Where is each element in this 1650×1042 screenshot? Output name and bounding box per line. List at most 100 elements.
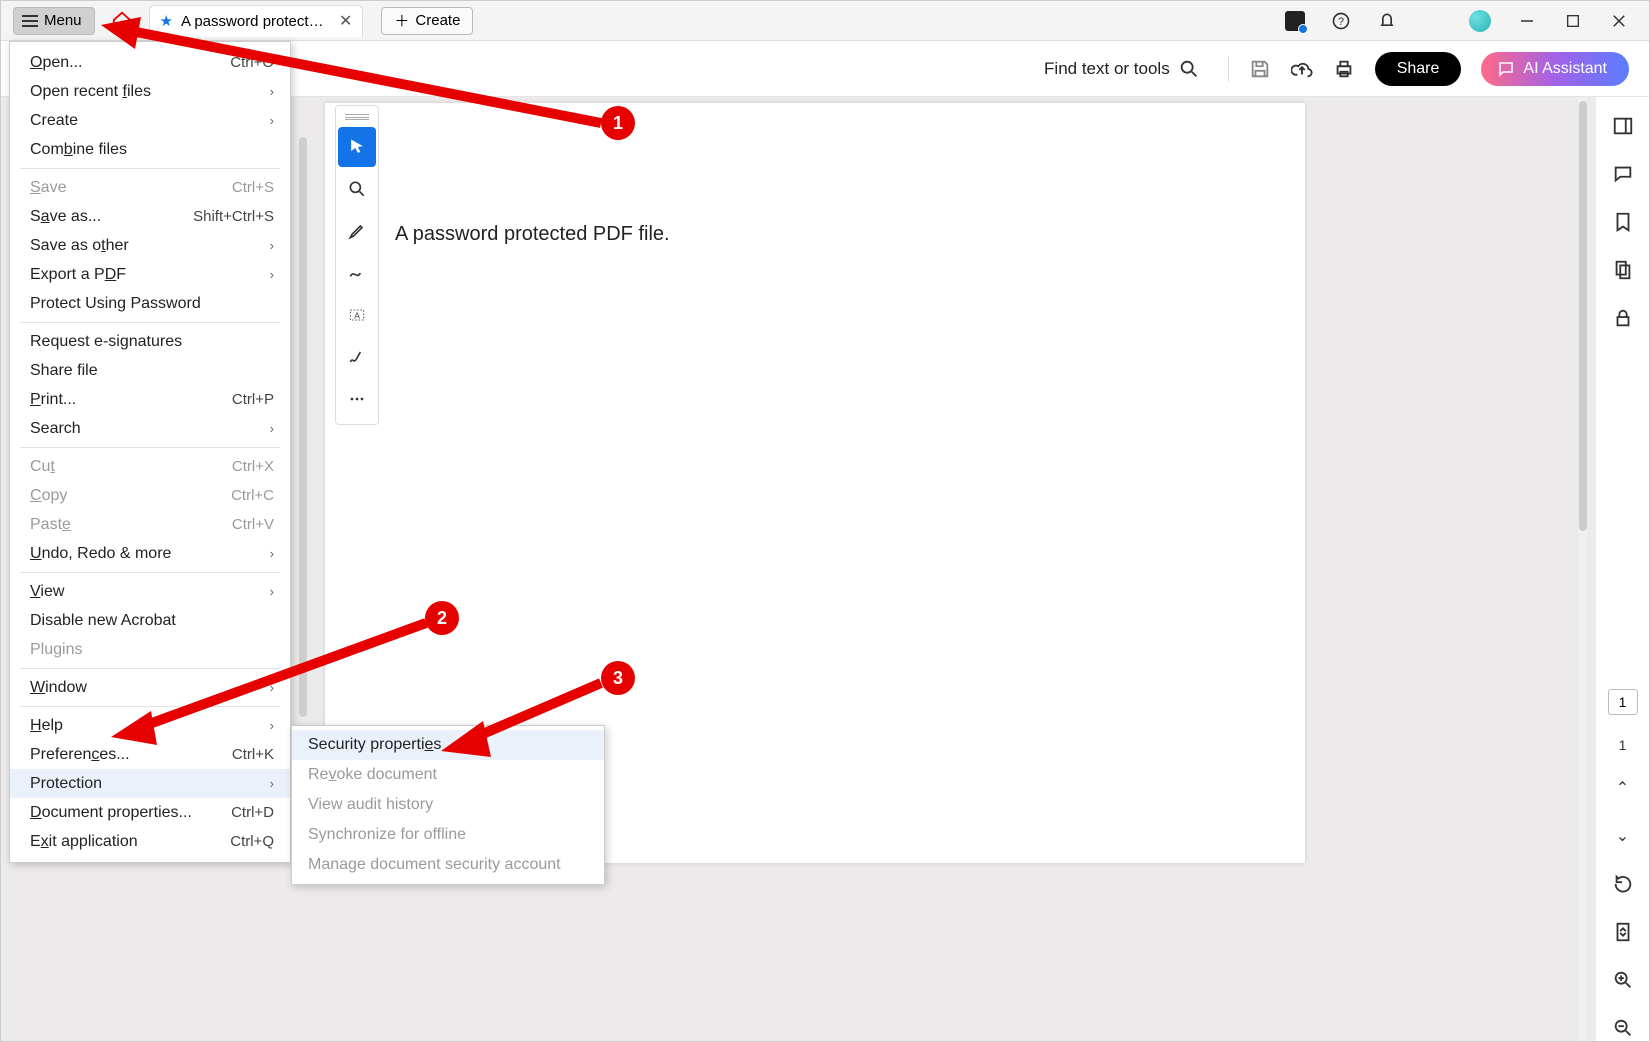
bookmark-icon[interactable] (1610, 209, 1636, 235)
tab-title: A password protected P... (181, 13, 331, 30)
sign-tool[interactable] (338, 337, 376, 377)
submenu-revoke-document: Revoke document (292, 760, 604, 790)
menu-button-label: Menu (44, 12, 82, 29)
svg-text:?: ? (1338, 16, 1344, 28)
menu-help[interactable]: Help› (10, 711, 290, 740)
titlebar: Menu ★ A password protected P... ✕ ＋ Cre… (1, 1, 1649, 41)
submenu-synchronize-offline: Synchronize for offline (292, 820, 604, 850)
window-minimize-icon[interactable] (1517, 11, 1537, 31)
menu-view[interactable]: View› (10, 577, 290, 606)
menu-protect-password[interactable]: Protect Using Password (10, 289, 290, 318)
separator (20, 322, 280, 323)
bell-icon[interactable] (1377, 11, 1397, 31)
help-icon[interactable]: ? (1331, 11, 1351, 31)
draw-tool[interactable] (338, 253, 376, 293)
chat-icon (1497, 60, 1515, 78)
menu-save-as[interactable]: Save as...Shift+Ctrl+S (10, 202, 290, 231)
document-body-text: A password protected PDF file. (395, 223, 670, 245)
separator (20, 668, 280, 669)
print-icon[interactable] (1333, 58, 1355, 80)
pages-icon[interactable] (1610, 257, 1636, 283)
ai-assistant-button[interactable]: AI Assistant (1481, 52, 1629, 86)
menu-undo-redo[interactable]: Undo, Redo & more› (10, 539, 290, 568)
menu-exit[interactable]: Exit applicationCtrl+Q (10, 827, 290, 856)
page-total: 1 (1619, 737, 1627, 753)
separator (20, 447, 280, 448)
menu-search[interactable]: Search› (10, 414, 290, 443)
submenu-manage-security-account: Manage document security account (292, 850, 604, 880)
plus-icon: ＋ (394, 10, 409, 31)
menu-preferences[interactable]: Preferences...Ctrl+K (10, 740, 290, 769)
window-close-icon[interactable] (1609, 11, 1629, 31)
main-menu: Open...Ctrl+O Open recent files› Create›… (9, 41, 291, 863)
menu-share-file[interactable]: Share file (10, 356, 290, 385)
share-label: Share (1397, 60, 1440, 77)
menu-save: SaveCtrl+S (10, 173, 290, 202)
page-number-input[interactable] (1608, 689, 1638, 715)
textbox-tool[interactable]: A (338, 295, 376, 335)
zoom-out-icon[interactable] (1610, 1015, 1636, 1041)
share-button[interactable]: Share (1375, 52, 1462, 86)
menu-document-properties[interactable]: Document properties...Ctrl+D (10, 798, 290, 827)
menu-export-pdf[interactable]: Export a PDF› (10, 260, 290, 289)
cloud-upload-icon[interactable] (1291, 58, 1313, 80)
separator (1228, 56, 1229, 82)
comments-icon[interactable] (1610, 161, 1636, 187)
save-icon[interactable] (1249, 58, 1271, 80)
menu-open[interactable]: Open...Ctrl+O (10, 48, 290, 77)
page-up-icon[interactable]: ⌃ (1610, 775, 1636, 801)
menu-open-recent[interactable]: Open recent files› (10, 77, 290, 106)
home-icon[interactable] (111, 10, 133, 32)
lock-icon[interactable] (1610, 305, 1636, 331)
avatar-icon[interactable] (1469, 10, 1491, 32)
star-icon: ★ (160, 12, 173, 30)
ai-label: AI Assistant (1523, 60, 1607, 78)
highlighter-tool[interactable] (338, 211, 376, 251)
rotate-icon[interactable] (1610, 871, 1636, 897)
menu-combine[interactable]: Combine files (10, 135, 290, 164)
search-icon (1178, 58, 1200, 80)
find-tools[interactable]: Find text or tools (1044, 58, 1200, 80)
tab-close-icon[interactable]: ✕ (339, 11, 352, 31)
separator (20, 168, 280, 169)
separator (20, 706, 280, 707)
create-label: Create (415, 12, 460, 29)
menu-window[interactable]: Window› (10, 673, 290, 702)
menu-protection[interactable]: Protection› (10, 769, 290, 798)
right-rail: 1 ⌃ ⌄ (1595, 97, 1649, 1041)
document-viewport[interactable]: A password protected PDF file. (311, 97, 1587, 1041)
zoom-in-icon[interactable] (1610, 967, 1636, 993)
menu-cut: CutCtrl+X (10, 452, 290, 481)
page-down-icon[interactable]: ⌄ (1610, 823, 1636, 849)
select-tool[interactable] (338, 127, 376, 167)
menu-request-esignatures[interactable]: Request e-signatures (10, 327, 290, 356)
vertical-scrollbar[interactable] (1579, 97, 1587, 1041)
menu-disable-new-acrobat[interactable]: Disable new Acrobat (10, 606, 290, 635)
thumbnail-scrollbar[interactable] (299, 137, 307, 717)
floating-toolbar[interactable]: A (335, 105, 379, 425)
zoom-tool[interactable] (338, 169, 376, 209)
hamburger-icon (22, 15, 38, 27)
drag-grip-icon[interactable] (345, 114, 369, 120)
menu-copy: CopyCtrl+C (10, 481, 290, 510)
menu-create[interactable]: Create› (10, 106, 290, 135)
menu-button[interactable]: Menu (13, 7, 95, 35)
protection-submenu: Security properties Revoke document View… (291, 725, 605, 885)
separator (20, 572, 280, 573)
tools-indicator-icon[interactable] (1285, 11, 1305, 31)
menu-save-other[interactable]: Save as other› (10, 231, 290, 260)
menu-print[interactable]: Print...Ctrl+P (10, 385, 290, 414)
svg-text:A: A (354, 310, 360, 320)
window-maximize-icon[interactable] (1563, 11, 1583, 31)
fit-page-icon[interactable] (1610, 919, 1636, 945)
create-button[interactable]: ＋ Create (381, 7, 473, 35)
apps-grid-icon[interactable] (1423, 11, 1443, 31)
find-label: Find text or tools (1044, 59, 1170, 79)
submenu-view-audit-history: View audit history (292, 790, 604, 820)
menu-paste: PasteCtrl+V (10, 510, 290, 539)
menu-plugins: Plugins (10, 635, 290, 664)
document-tab[interactable]: ★ A password protected P... ✕ (149, 5, 364, 37)
more-tools[interactable] (338, 379, 376, 419)
panel-toggle-icon[interactable] (1610, 113, 1636, 139)
submenu-security-properties[interactable]: Security properties (292, 730, 604, 760)
